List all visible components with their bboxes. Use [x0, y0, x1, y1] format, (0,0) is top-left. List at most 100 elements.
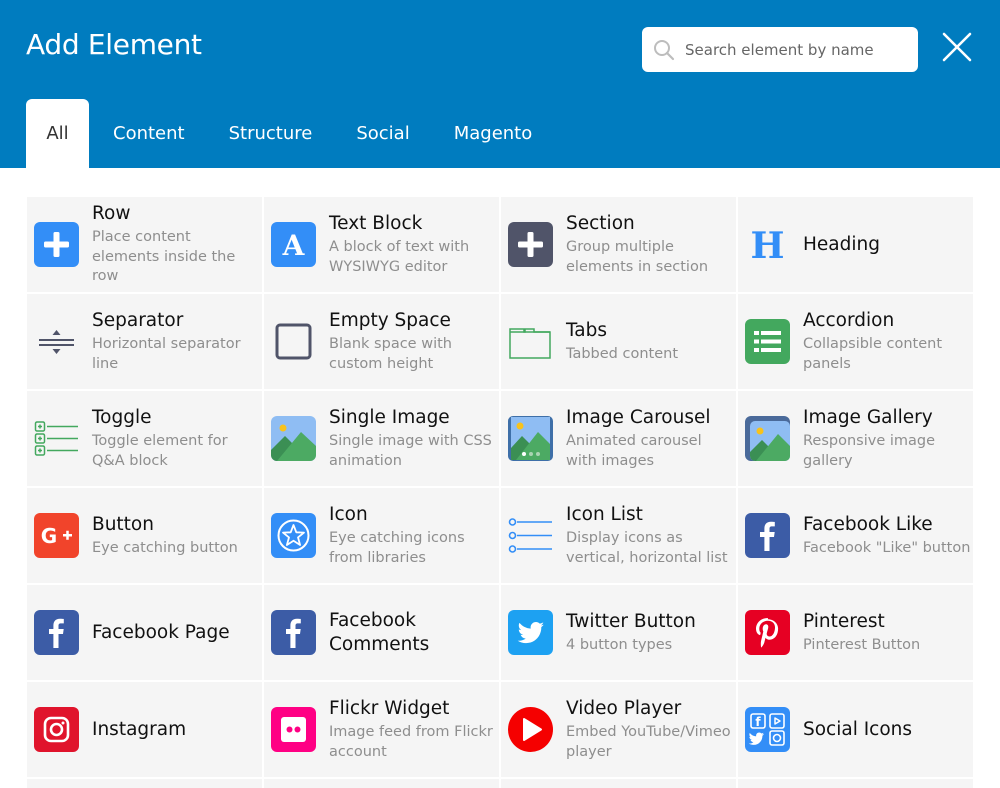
element-name: Section — [566, 213, 635, 234]
tab-structure[interactable]: Structure — [207, 99, 335, 168]
svg-text:G: G — [41, 524, 57, 548]
element-tile-tabs[interactable]: Tabs Tabbed content — [501, 294, 736, 389]
image-gallery-icon — [745, 416, 790, 461]
element-tile-facebook-like[interactable]: Facebook Like Facebook "Like" button — [738, 488, 973, 583]
search-icon — [654, 39, 675, 60]
toggle-icon — [34, 416, 79, 461]
element-tile-button[interactable]: G Button Eye catching button — [27, 488, 262, 583]
element-description: Pinterest Button — [803, 636, 921, 653]
element-tile-text: Instagram — [92, 718, 262, 742]
element-tile-text: Button Eye catching button — [92, 513, 262, 559]
element-description: Image feed from Flickr account — [329, 724, 493, 760]
tab-all[interactable]: All — [26, 99, 89, 168]
element-name: Instagram — [92, 718, 187, 740]
element-tile-text: Facebook Like Facebook "Like" button — [803, 513, 973, 559]
element-description: Collapsible content panels — [803, 336, 943, 372]
element-tile-text: Pinterest Pinterest Button — [803, 610, 973, 656]
text-block-icon: A — [271, 222, 316, 267]
element-tile-social-icons[interactable]: f Social Icons — [738, 682, 973, 777]
element-tile-empty-space[interactable]: Empty Space Blank space with custom heigh… — [264, 294, 499, 389]
element-tile-text: Image Gallery Responsive image gallery — [803, 406, 973, 471]
element-tile-heading[interactable]: H Heading — [738, 197, 973, 292]
element-name: Tabs — [566, 319, 607, 341]
tab-content[interactable]: Content — [91, 99, 207, 168]
element-description: Blank space with custom height — [329, 336, 452, 372]
icon-list-icon — [508, 513, 553, 558]
search-box[interactable] — [642, 27, 918, 72]
element-name: Social Icons — [803, 718, 913, 740]
element-name: Image Gallery — [803, 407, 933, 428]
tab-social[interactable]: Social — [334, 99, 431, 168]
element-tile-text: Video Player Embed YouTube/Vimeo player — [566, 697, 736, 762]
element-tile-text: Toggle Toggle element for Q&A block — [92, 406, 262, 471]
element-tile-icon-list[interactable]: Icon List Display icons as vertical, hori… — [501, 488, 736, 583]
element-description: Animated carousel with images — [566, 433, 702, 469]
search-input[interactable] — [685, 40, 905, 59]
element-tile-icon[interactable]: Icon Eye catching icons from libraries — [264, 488, 499, 583]
element-description: Embed YouTube/Vimeo player — [566, 724, 731, 760]
element-tile-pinterest[interactable]: Pinterest Pinterest Button — [738, 585, 973, 680]
facebook-icon — [271, 610, 316, 655]
tabs-icon — [508, 319, 553, 364]
element-grid: Row Place content elements inside the row… — [27, 197, 973, 788]
single-image-icon — [271, 416, 316, 461]
element-tile-partial[interactable] — [501, 779, 736, 788]
close-icon[interactable] — [940, 30, 974, 64]
element-name: Row — [92, 203, 131, 225]
element-tile-separator[interactable]: Separator Horizontal separator line — [27, 294, 262, 389]
element-name: Pinterest — [803, 610, 885, 632]
empty-space-icon — [271, 319, 316, 364]
element-name: Flickr Widget — [329, 698, 450, 719]
element-name: Facebook Like — [803, 513, 933, 535]
element-tile-single-image[interactable]: Single Image Single image with CSS animat… — [264, 391, 499, 486]
element-name: Toggle — [92, 407, 152, 428]
svg-text:A: A — [282, 229, 306, 262]
element-tile-text: Flickr Widget Image feed from Flickr acco… — [329, 697, 499, 762]
element-tile-partial[interactable] — [27, 779, 262, 788]
element-tile-text: Facebook Comments — [329, 609, 499, 657]
modal-header: Add Element All Content Structure Social… — [0, 0, 1000, 168]
element-tile-text: Heading — [803, 233, 973, 257]
separator-icon — [34, 319, 79, 364]
element-tile-text: Icon Eye catching icons from libraries — [329, 503, 499, 568]
element-tile-partial[interactable] — [264, 779, 499, 788]
section-plus-icon — [508, 222, 553, 267]
element-tile-toggle[interactable]: Toggle Toggle element for Q&A block — [27, 391, 262, 486]
element-tile-text: Twitter Button 4 button types — [566, 610, 736, 656]
element-tile-text: Facebook Page — [92, 621, 262, 645]
heading-icon: H — [745, 222, 790, 267]
element-name: Image Carousel — [566, 407, 711, 428]
element-tile-section[interactable]: Section Group multiple elements in sectio… — [501, 197, 736, 292]
svg-text:f: f — [755, 715, 761, 729]
element-tile-partial[interactable] — [738, 779, 973, 788]
modal-title: Add Element — [26, 28, 202, 61]
element-tile-image-gallery[interactable]: Image Gallery Responsive image gallery — [738, 391, 973, 486]
element-tile-text: Image Carousel Animated carousel with ima… — [566, 406, 736, 471]
element-tile-video-player[interactable]: Video Player Embed YouTube/Vimeo player — [501, 682, 736, 777]
element-description: A block of text with WYSIWYG editor — [329, 239, 470, 275]
element-tile-row[interactable]: Row Place content elements inside the row — [27, 197, 262, 292]
element-tile-text-block[interactable]: A Text Block A block of text with WYSIWYG … — [264, 197, 499, 292]
element-description: Single image with CSS animation — [329, 433, 492, 469]
element-tile-instagram[interactable]: Instagram — [27, 682, 262, 777]
element-tile-text: Empty Space Blank space with custom heigh… — [329, 309, 499, 374]
element-tile-image-carousel[interactable]: Image Carousel Animated carousel with ima… — [501, 391, 736, 486]
element-tile-text: Text Block A block of text with WYSIWYG e… — [329, 212, 499, 277]
element-tile-accordion[interactable]: Accordion Collapsible content panels — [738, 294, 973, 389]
element-tile-flickr-widget[interactable]: Flickr Widget Image feed from Flickr acco… — [264, 682, 499, 777]
element-name: Empty Space — [329, 310, 451, 331]
element-description: Responsive image gallery — [803, 433, 936, 469]
tab-magento[interactable]: Magento — [432, 99, 555, 168]
element-tile-facebook-page[interactable]: Facebook Page — [27, 585, 262, 680]
element-name: Heading — [803, 233, 880, 255]
element-tile-text: Row Place content elements inside the row — [92, 202, 262, 287]
facebook-icon — [745, 513, 790, 558]
element-description: Tabbed content — [566, 345, 678, 362]
element-description: Display icons as vertical, horizontal li… — [566, 530, 728, 566]
element-tile-text: Single Image Single image with CSS animat… — [329, 406, 499, 471]
element-tile-twitter-button[interactable]: Twitter Button 4 button types — [501, 585, 736, 680]
social-icons-icon: f — [745, 707, 790, 752]
element-description: Toggle element for Q&A block — [92, 433, 228, 469]
element-name: Icon — [329, 504, 368, 525]
element-tile-facebook-comments[interactable]: Facebook Comments — [264, 585, 499, 680]
